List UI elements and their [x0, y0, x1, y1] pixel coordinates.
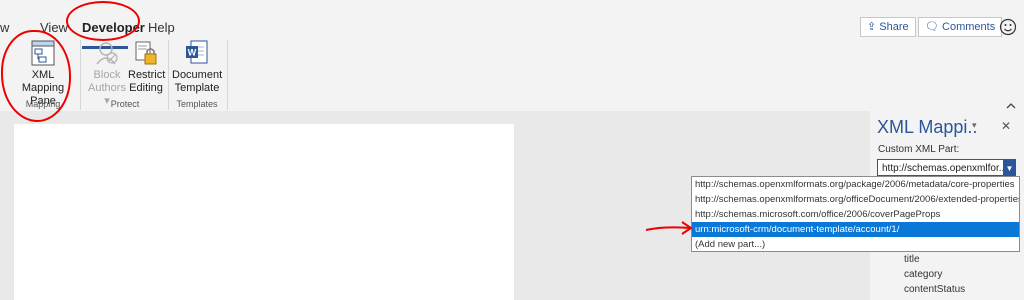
restrict-editing-label-1: Restrict — [128, 69, 166, 81]
dropdown-option-selected[interactable]: urn:microsoft-crm/document-template/acco… — [692, 222, 1019, 237]
dropdown-option[interactable]: http://schemas.openxmlformats.org/packag… — [692, 177, 1019, 192]
title-strip — [0, 0, 1024, 14]
group-label-templates: Templates — [176, 99, 218, 109]
block-authors-button[interactable]: Block Authors ▾ — [86, 40, 128, 108]
word-document-icon: W — [186, 40, 208, 64]
comments-label: Comments — [942, 21, 996, 33]
dropdown-option[interactable]: http://schemas.microsoft.com/office/2006… — [692, 207, 1019, 222]
block-authors-label-1: Block — [93, 69, 121, 81]
document-template-button[interactable]: W Document Template — [172, 40, 222, 95]
document-template-label-2: Template — [174, 82, 220, 94]
tab-help[interactable]: Help — [148, 20, 175, 35]
document-template-label-1: Document — [172, 69, 223, 81]
annotation-circle-developer — [66, 1, 140, 41]
share-button[interactable]: ⇪ Share — [860, 17, 916, 37]
restrict-editing-icon — [135, 41, 157, 65]
pane-title: XML Mappi.. — [877, 117, 978, 137]
share-label: Share — [879, 21, 909, 33]
collapse-ribbon-icon[interactable] — [1006, 102, 1016, 109]
annotation-arrow-icon — [645, 221, 693, 235]
annotation-circle-mapping — [1, 30, 71, 122]
custom-xml-part-select[interactable]: http://schemas.openxmlfor... — [877, 159, 1004, 176]
dropdown-option[interactable]: http://schemas.openxmlformats.org/office… — [692, 192, 1019, 207]
share-icon: ⇪ — [867, 21, 877, 33]
group-label-protect: Protect — [110, 99, 140, 109]
comments-button[interactable]: 🗨 Comments — [918, 17, 1003, 37]
group-divider — [227, 40, 228, 110]
dropdown-arrow-icon[interactable]: ▼ — [1003, 159, 1016, 176]
block-authors-icon — [96, 42, 118, 65]
smiley-feedback-icon[interactable] — [999, 18, 1017, 36]
tree-item-title[interactable]: title — [904, 254, 920, 265]
dropdown-option-add-new[interactable]: (Add new part...) — [692, 237, 1019, 252]
custom-xml-part-label: Custom XML Part: — [878, 144, 960, 155]
svg-text:W: W — [188, 48, 197, 58]
document-page[interactable] — [14, 124, 514, 300]
pane-options-icon[interactable]: ▾ — [972, 120, 977, 131]
comment-icon: 🗨 — [925, 21, 939, 33]
group-divider — [168, 40, 169, 110]
tree-item-contentstatus[interactable]: contentStatus — [904, 284, 965, 295]
close-icon[interactable]: ✕ — [1001, 119, 1011, 133]
restrict-editing-button[interactable]: Restrict Editing — [128, 40, 166, 95]
tree-item-category[interactable]: category — [904, 269, 942, 280]
tab-partial[interactable]: w — [0, 20, 9, 35]
restrict-editing-label-2: Editing — [129, 82, 163, 94]
xml-part-dropdown-list: http://schemas.openxmlformats.org/packag… — [691, 176, 1020, 252]
group-divider — [80, 40, 81, 110]
